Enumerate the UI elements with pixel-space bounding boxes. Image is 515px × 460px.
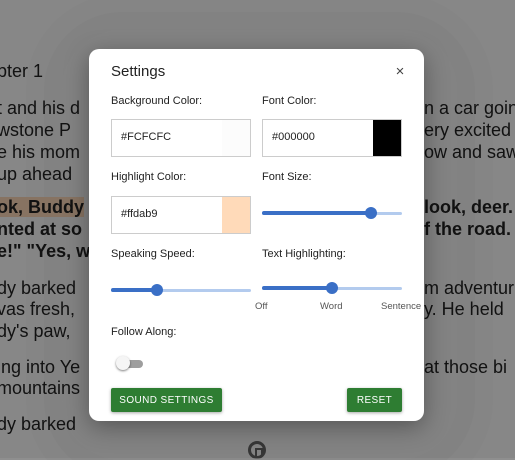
slider-track	[262, 211, 371, 215]
speaking-speed-slider[interactable]	[111, 283, 251, 297]
highlight-option-off[interactable]: Off	[255, 301, 268, 312]
slider-thumb[interactable]	[326, 282, 338, 294]
reset-button[interactable]: RESET	[347, 388, 402, 412]
background-color-field[interactable]: #FCFCFC	[111, 119, 251, 157]
toggle-knob[interactable]	[116, 356, 130, 370]
highlight-color-swatch	[222, 197, 250, 233]
font-size-slider[interactable]	[262, 206, 402, 220]
text-highlighting-label: Text Highlighting:	[262, 248, 346, 260]
slider-thumb[interactable]	[151, 284, 163, 296]
slider-track	[262, 286, 332, 290]
font-size-label: Font Size:	[262, 171, 312, 183]
font-color-value: #000000	[272, 131, 315, 143]
text-highlighting-slider[interactable]	[262, 281, 402, 295]
dialog-title: Settings	[111, 63, 166, 80]
sound-settings-button[interactable]: SOUND SETTINGS	[111, 388, 222, 412]
speaking-speed-label: Speaking Speed:	[111, 248, 195, 260]
follow-along-label: Follow Along:	[111, 326, 177, 338]
highlight-option-word[interactable]: Word	[320, 301, 343, 312]
background-color-value: #FCFCFC	[121, 131, 172, 143]
highlight-option-sentence[interactable]: Sentence	[381, 301, 421, 312]
follow-along-toggle[interactable]	[116, 356, 144, 370]
background-color-label: Background Color:	[111, 95, 203, 107]
slider-thumb[interactable]	[365, 207, 377, 219]
highlight-color-value: #ffdab9	[121, 208, 158, 220]
highlight-color-label: Highlight Color:	[111, 171, 187, 183]
close-icon[interactable]: ×	[391, 63, 409, 81]
font-color-field[interactable]: #000000	[262, 119, 402, 157]
font-color-label: Font Color:	[262, 95, 317, 107]
font-color-swatch	[373, 120, 401, 156]
settings-dialog: Settings × Background Color: #FCFCFC Fon…	[89, 49, 424, 421]
background-color-swatch	[222, 120, 250, 156]
highlight-color-field[interactable]: #ffdab9	[111, 196, 251, 234]
